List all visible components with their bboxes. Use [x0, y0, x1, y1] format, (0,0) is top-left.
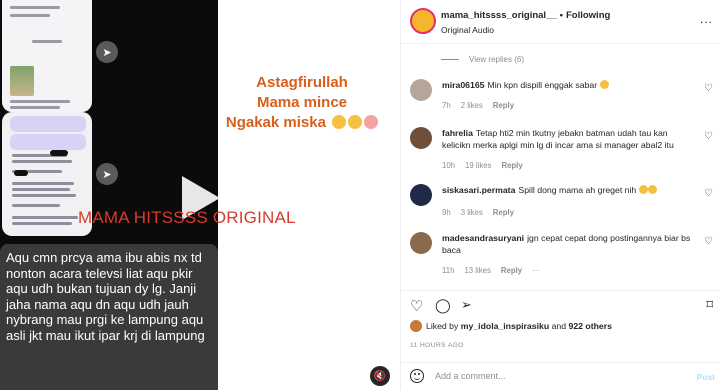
grinning-emoji-icon: [647, 185, 657, 194]
comment-icon[interactable]: ◯: [435, 297, 451, 314]
comment-likes[interactable]: 13 likes: [464, 266, 490, 275]
comment-text: Tetap hti2 min tkutny jebakn batman udah…: [442, 128, 674, 150]
laughing-emoji-icon: [332, 115, 347, 129]
comment-time: 9h: [442, 208, 451, 217]
reply-button[interactable]: Reply: [493, 208, 514, 217]
liked-by-and: and: [551, 321, 567, 331]
video-caption: Astagfirullah Mama mince Ngakak miska: [222, 73, 382, 133]
send-icon[interactable]: ➤: [96, 41, 118, 63]
comment-username[interactable]: fahrelia: [442, 128, 473, 138]
like-heart-icon[interactable]: ♡: [704, 131, 713, 142]
separator-dot: •: [559, 10, 563, 21]
like-heart-icon[interactable]: ♡: [704, 236, 713, 247]
send-icon[interactable]: ➤: [96, 163, 118, 185]
liked-by-prefix: Liked by: [426, 321, 459, 331]
liked-by-summary[interactable]: Liked by my_idola_inspirasiku and 922 ot…: [410, 320, 612, 332]
commenter-avatar[interactable]: [410, 184, 432, 206]
post-actions-bar: ♡ ◯ ➢ ⌑: [401, 290, 720, 316]
emoji-picker-icon[interactable]: [410, 369, 424, 383]
more-options-icon[interactable]: ...: [700, 12, 713, 26]
chat-message-text: Aqu cmn prcya ama ibu abis nx td nonton …: [0, 244, 218, 390]
reply-button[interactable]: Reply: [501, 161, 522, 170]
comment-item: madesandrasuryani jgn cepat cepat dong po…: [401, 232, 720, 280]
video-watermark: MAMA HITSSSS ORIGINAL: [78, 208, 296, 227]
comment-username[interactable]: siskasari.permata: [442, 185, 515, 195]
author-username[interactable]: mama_hitssss_original__: [441, 10, 557, 21]
comment-text: Min kpn dispill enggak sabar: [487, 80, 598, 90]
comment-text: Spill dong mama ah greget nih: [518, 185, 637, 195]
audio-label[interactable]: Original Audio: [441, 25, 494, 35]
save-bookmark-icon[interactable]: ⌑: [706, 297, 713, 313]
comment-likes[interactable]: 2 likes: [461, 101, 483, 110]
reply-divider: [441, 59, 459, 60]
comment-username[interactable]: madesandrasuryani: [442, 233, 524, 243]
caption-line-3: Ngakak miska: [225, 114, 326, 131]
likes-count[interactable]: 922 others: [569, 321, 612, 331]
comment-more-icon[interactable]: ···: [532, 266, 540, 275]
comment-likes[interactable]: 3 likes: [461, 208, 483, 217]
reply-button[interactable]: Reply: [501, 266, 522, 275]
winking-emoji-icon: [348, 115, 363, 129]
view-replies-label: View replies (6): [469, 55, 524, 64]
media-pane[interactable]: ➤ ➤ Aqu cmn prcya ama ibu abis nx td non…: [0, 0, 400, 390]
sad-emoji-icon: [599, 80, 609, 89]
caption-line-1: Astagfirullah: [256, 74, 348, 91]
comment-input[interactable]: [435, 371, 675, 381]
liker-username[interactable]: my_idola_inspirasiku: [461, 321, 549, 331]
caption-line-2: Mama mince: [256, 94, 348, 111]
commenter-avatar[interactable]: [410, 232, 432, 254]
following-button[interactable]: Following: [566, 10, 610, 21]
comment-time: 11h: [442, 266, 455, 275]
reply-button[interactable]: Reply: [493, 101, 514, 110]
like-heart-icon[interactable]: ♡: [704, 83, 713, 94]
comment-likes[interactable]: 19 likes: [465, 161, 491, 170]
face-emoji-icon: [364, 115, 379, 129]
author-avatar[interactable]: [410, 8, 436, 34]
instagram-post-view: ➤ ➤ Aqu cmn prcya ama ibu abis nx td non…: [0, 0, 720, 390]
comment-username[interactable]: mira06165: [442, 80, 485, 90]
comments-pane: mama_hitssss_original__ • Following Origin…: [400, 0, 720, 390]
post-timestamp: 11 HOURS AGO: [410, 342, 464, 349]
comment-time: 7h: [442, 101, 451, 110]
commenter-avatar[interactable]: [410, 127, 432, 149]
comment-time: 10h: [442, 161, 456, 170]
mute-icon[interactable]: 🔇: [370, 366, 390, 386]
like-icon[interactable]: ♡: [410, 297, 423, 315]
share-icon[interactable]: ➢: [461, 297, 472, 313]
commenter-avatar[interactable]: [410, 79, 432, 101]
liker-avatar: [410, 320, 422, 332]
view-replies-link[interactable]: View replies (6): [441, 55, 524, 64]
add-comment-bar: Post: [401, 362, 720, 390]
comment-item: siskasari.permata Spill dong mama ah greg…: [401, 184, 720, 220]
post-header: mama_hitssss_original__ • Following Origin…: [401, 0, 720, 44]
post-button[interactable]: Post: [697, 372, 715, 382]
grinning-emoji-icon: [638, 185, 648, 194]
chat-screenshot-top: [2, 0, 92, 112]
comment-item: mira06165 Min kpn dispill enggak sabar 7h…: [401, 79, 720, 115]
like-heart-icon[interactable]: ♡: [704, 188, 713, 199]
comment-item: fahrelia Tetap hti2 min tkutny jebakn bat…: [401, 127, 720, 175]
